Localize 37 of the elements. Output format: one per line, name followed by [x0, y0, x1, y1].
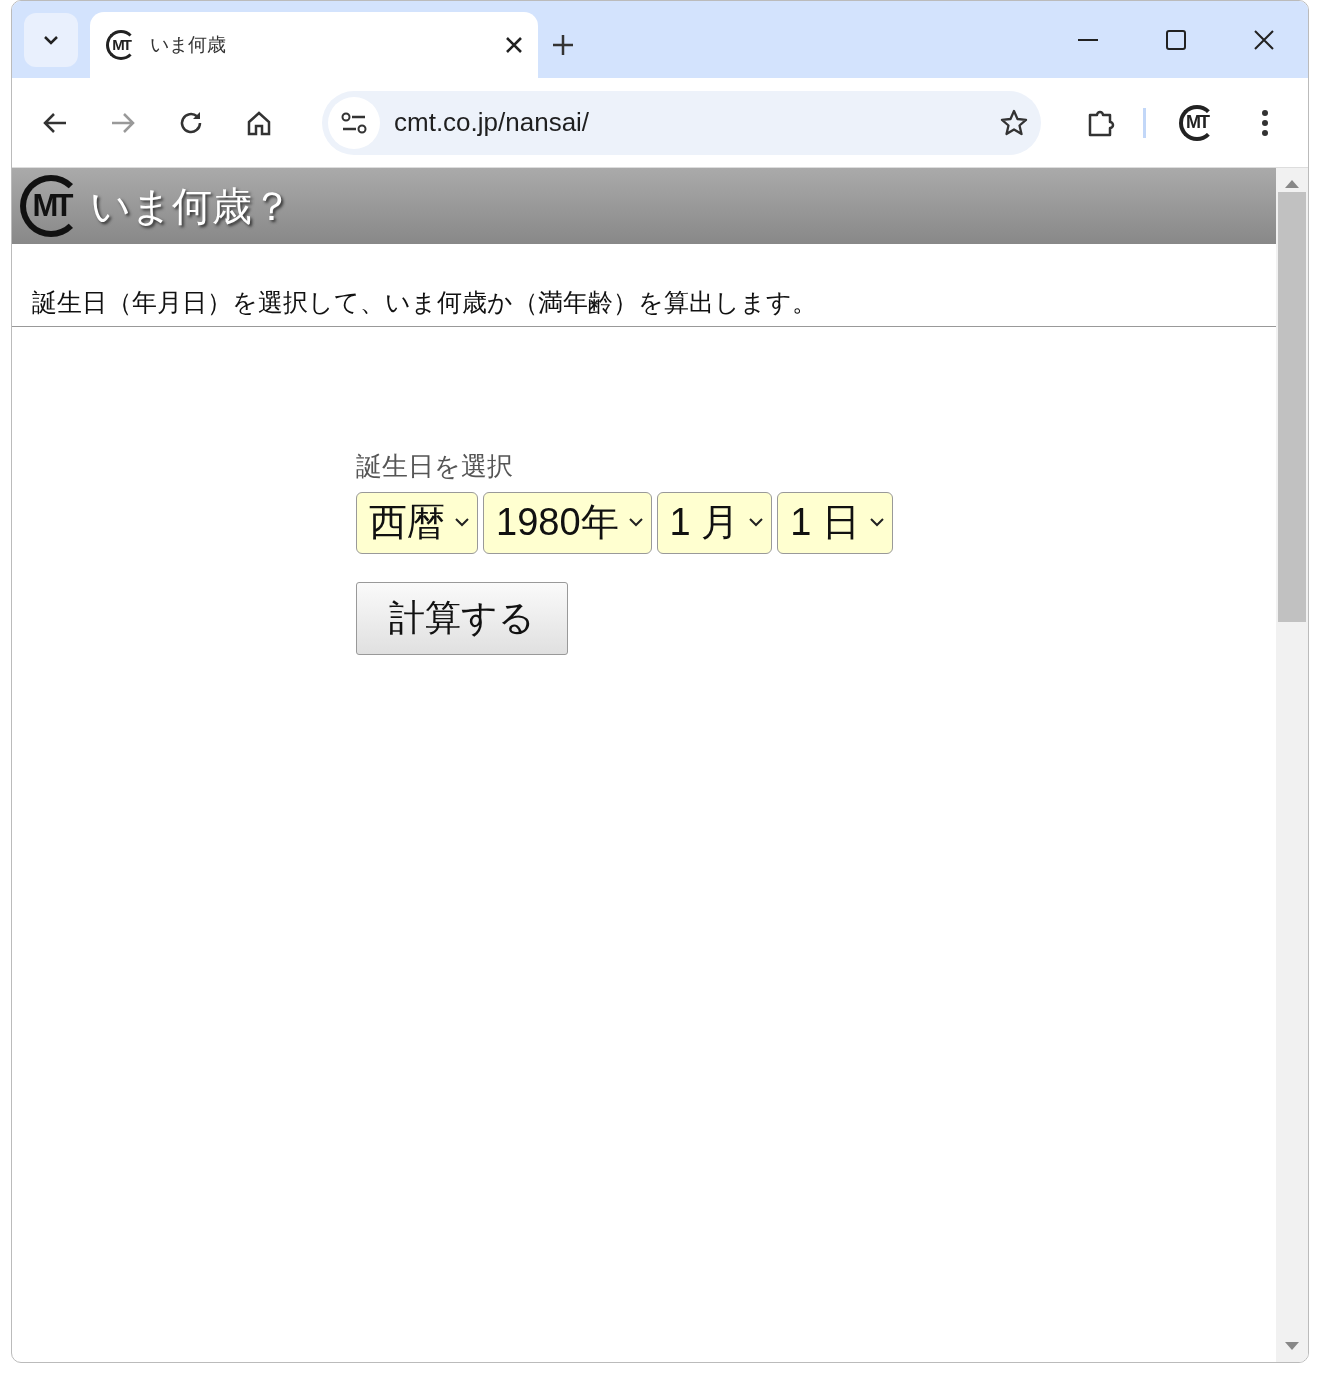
- tab-title: いま何歳: [150, 32, 227, 57]
- more-vertical-icon: [1262, 109, 1268, 136]
- scroll-up-icon: [1285, 180, 1299, 188]
- select-dropdown[interactable]: 1 月: [656, 491, 773, 554]
- chevron-down-icon: [628, 518, 643, 527]
- chevron-down-icon: [42, 34, 60, 46]
- description-text: 誕生日（年月日）を選択して、いま何歳か（満年齢）を算出します。: [12, 244, 1276, 327]
- home-icon: [246, 109, 272, 136]
- scrollbar-thumb[interactable]: [1278, 192, 1306, 622]
- minimize-icon: [1078, 38, 1098, 41]
- page-title: いま何歳？: [90, 183, 292, 230]
- star-icon: [999, 107, 1029, 138]
- select-dropdown[interactable]: 西暦: [356, 491, 478, 554]
- browser-tab[interactable]: MT いま何歳: [90, 12, 538, 78]
- maximize-icon: [1166, 29, 1186, 50]
- close-tab-button[interactable]: [506, 37, 522, 53]
- profile-button[interactable]: MT: [1170, 95, 1224, 150]
- close-icon: [1254, 29, 1274, 50]
- back-arrow-icon: [42, 110, 68, 135]
- select-dropdown[interactable]: 1 日: [777, 491, 893, 554]
- url-text: cmt.co.jp/nansai/: [394, 106, 591, 139]
- plus-icon: [552, 34, 574, 56]
- scrollbar[interactable]: [1276, 168, 1308, 1362]
- select-dropdown[interactable]: 1980年: [483, 491, 652, 554]
- site-info-button[interactable]: [328, 96, 380, 149]
- close-icon: [506, 37, 522, 53]
- forward-arrow-icon: [110, 110, 136, 135]
- bookmark-button[interactable]: [999, 107, 1029, 138]
- form-label: 誕生日を選択: [356, 449, 514, 483]
- scroll-down-icon: [1285, 1342, 1299, 1350]
- address-bar[interactable]: cmt.co.jp/nansai/: [322, 90, 1041, 155]
- calculate-button[interactable]: 計算する: [356, 581, 568, 655]
- chevron-down-icon: [455, 518, 469, 527]
- new-tab-button[interactable]: [552, 34, 574, 56]
- tune-icon: [341, 111, 367, 134]
- chevron-down-icon: [749, 518, 764, 527]
- chevron-down-icon: [869, 518, 884, 527]
